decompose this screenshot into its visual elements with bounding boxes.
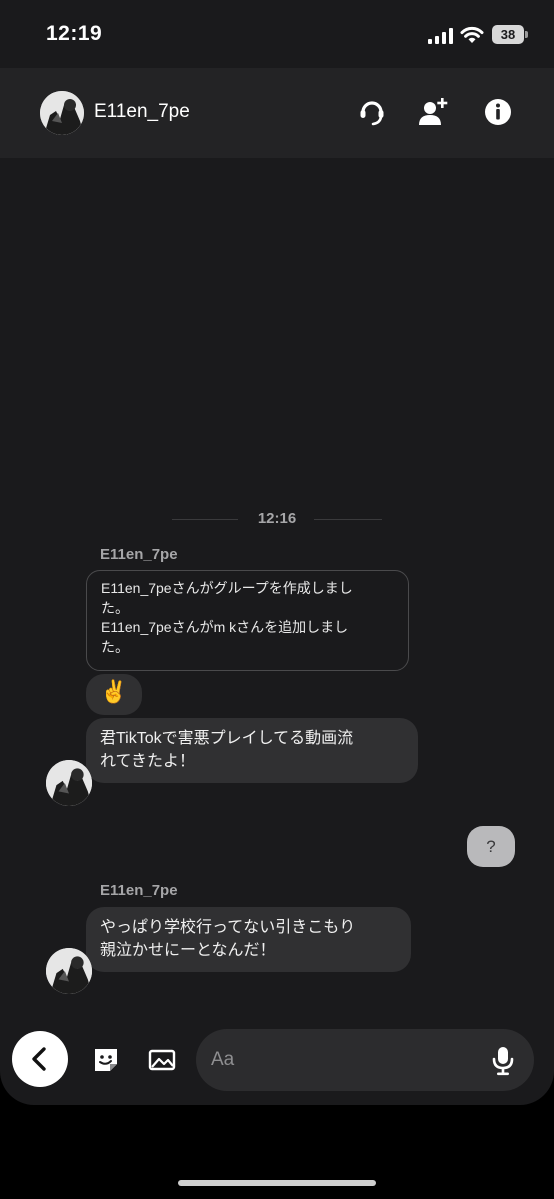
- sender-name: E11en_7pe: [100, 546, 178, 563]
- battery-icon: 38: [492, 25, 528, 44]
- status-time: 12:19: [46, 22, 103, 45]
- my-message-bubble[interactable]: ?: [467, 826, 515, 867]
- system-line: E11en_7peさんがグループを作成しまし: [101, 580, 353, 596]
- add-member-icon[interactable]: [417, 96, 449, 128]
- sticker-icon[interactable]: [92, 1047, 120, 1073]
- battery-level: 38: [500, 27, 516, 42]
- sender-name: E11en_7pe: [100, 882, 178, 899]
- chat-header: E11en_7pe: [0, 68, 554, 158]
- message-bubble-emoji[interactable]: ✌️: [86, 674, 142, 715]
- sender-avatar[interactable]: [46, 948, 92, 994]
- group-avatar[interactable]: [40, 91, 84, 135]
- wifi-icon: [460, 26, 484, 43]
- chat-title[interactable]: E11en_7pe: [94, 101, 190, 123]
- signal-icon: [428, 28, 453, 44]
- image-icon[interactable]: [148, 1047, 176, 1073]
- message-bubble[interactable]: 君TikTokで害悪プレイしてる動画流 れてきたよ！: [86, 718, 418, 783]
- status-bar: 12:19 38: [0, 0, 554, 68]
- system-line: E11en_7peさんがm kさんを追加しまし: [101, 619, 349, 635]
- system-message: E11en_7peさんがグループを作成しまし た。 E11en_7peさんがm …: [86, 570, 409, 671]
- message-line: 親泣かせにーとなんだ！: [100, 942, 276, 959]
- timestamp: 12:16: [257, 510, 297, 527]
- composer: [0, 1022, 554, 1102]
- home-indicator[interactable]: [178, 1180, 376, 1186]
- info-icon[interactable]: [482, 96, 514, 128]
- back-chevron-icon: [32, 1047, 46, 1071]
- sender-avatar[interactable]: [46, 760, 92, 806]
- message-input[interactable]: [196, 1029, 534, 1091]
- system-line: た。: [101, 599, 129, 616]
- message-line: 君TikTokで害悪プレイしてる動画流: [100, 730, 354, 747]
- phone-call-icon[interactable]: [356, 96, 388, 128]
- microphone-icon[interactable]: [490, 1046, 516, 1076]
- message-line: やっぱり学校行ってない引きこもり: [100, 919, 356, 936]
- message-bubble[interactable]: やっぱり学校行ってない引きこもり 親泣かせにーとなんだ！: [86, 907, 411, 972]
- back-button[interactable]: [12, 1031, 68, 1087]
- message-line: れてきたよ！: [100, 753, 196, 770]
- system-line: た。: [101, 638, 129, 655]
- chat-screen: 12:19 38 E11en_7pe 12:16 E11en_7pe E11en…: [0, 0, 554, 1105]
